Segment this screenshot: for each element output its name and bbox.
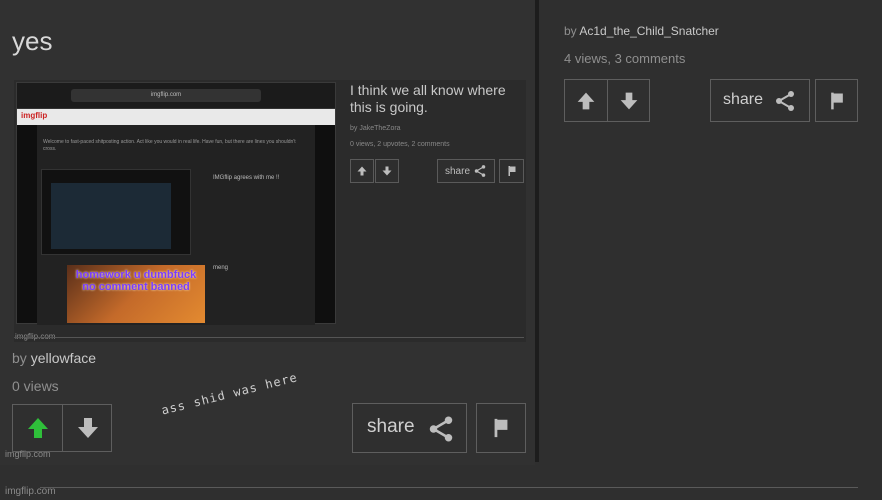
downvote-button[interactable]	[63, 405, 112, 451]
flag-icon	[494, 418, 508, 438]
embedded-meme-text: homework u dumbfuck no comment banned	[75, 269, 197, 293]
post-views: 0 views	[12, 378, 59, 394]
embedded-share-label: share	[444, 165, 470, 177]
footer-watermark: imgflip.com	[5, 486, 56, 497]
share-icon	[429, 416, 453, 442]
embedded-mini-title-1: IMGflip agrees with me !!	[213, 175, 280, 181]
imgflip-watermark: imgflip.com	[5, 449, 51, 459]
embedded-browser-bar: imgflip.com	[17, 83, 335, 109]
flag-icon	[831, 92, 843, 110]
embedded-mini-title-2: meng	[213, 265, 229, 271]
right-downvote-button[interactable]	[608, 80, 649, 121]
right-upvote-button[interactable]	[565, 80, 607, 121]
upvote-button[interactable]	[13, 405, 62, 451]
embedded-tablet-screenshot: imgflip.com imgflip Welcome to fast-pace…	[16, 82, 336, 325]
embedded-url-bar: imgflip.com	[71, 89, 261, 102]
share-icon	[776, 91, 794, 111]
arrow-up-icon	[357, 166, 367, 176]
embedded-meme-image: homework u dumbfuck no comment banned	[67, 265, 205, 323]
embedded-share-button: share	[437, 159, 495, 183]
share-button[interactable]: share	[352, 403, 467, 453]
embedded-flag-button	[499, 159, 524, 183]
embedded-nested-screenshot	[51, 183, 171, 249]
page: yes imgflip.com imgflip Welcome to fast-…	[0, 0, 882, 500]
embedded-body-text: Welcome to fast-paced shitposting action…	[43, 139, 296, 152]
flag-button[interactable]	[476, 403, 526, 453]
author-username[interactable]: yellowface	[31, 350, 96, 366]
right-post-author: by Ac1d_the_Child_Snatcher	[564, 24, 719, 38]
share-label: share	[367, 416, 415, 437]
right-vote-buttons	[564, 79, 650, 122]
by-prefix: by	[564, 24, 577, 38]
right-post-stats: 4 views, 3 comments	[564, 51, 686, 66]
arrow-down-icon	[77, 418, 98, 438]
arrow-down-icon	[620, 92, 637, 109]
right-share-label: share	[723, 91, 764, 108]
arrow-up-icon	[577, 92, 595, 109]
flag-icon	[508, 166, 515, 176]
embedded-upvote-button	[350, 159, 374, 183]
embedded-stats: 0 views, 2 upvotes, 2 comments	[350, 141, 450, 148]
right-flag-button[interactable]	[815, 79, 858, 122]
embedded-site-nav: imgflip	[17, 109, 335, 125]
footer-divider	[40, 487, 858, 488]
post-author: by yellowface	[12, 350, 96, 366]
embedded-by-line: by JakeTheZora	[350, 125, 401, 132]
embedded-downvote-button	[375, 159, 399, 183]
embedded-caption: I think we all know where this is going.	[350, 82, 506, 115]
arrow-up-icon	[27, 418, 48, 438]
by-prefix: by	[12, 350, 27, 366]
right-share-button[interactable]: share	[710, 79, 810, 122]
vote-buttons	[12, 404, 112, 452]
share-icon	[474, 165, 486, 177]
right-author-username[interactable]: Ac1d_the_Child_Snatcher	[579, 24, 718, 38]
embedded-logo: imgflip	[21, 111, 48, 120]
arrow-down-icon	[382, 166, 392, 176]
post-title: yes	[12, 26, 53, 56]
column-divider	[535, 0, 539, 462]
embedded-divider	[14, 337, 524, 338]
